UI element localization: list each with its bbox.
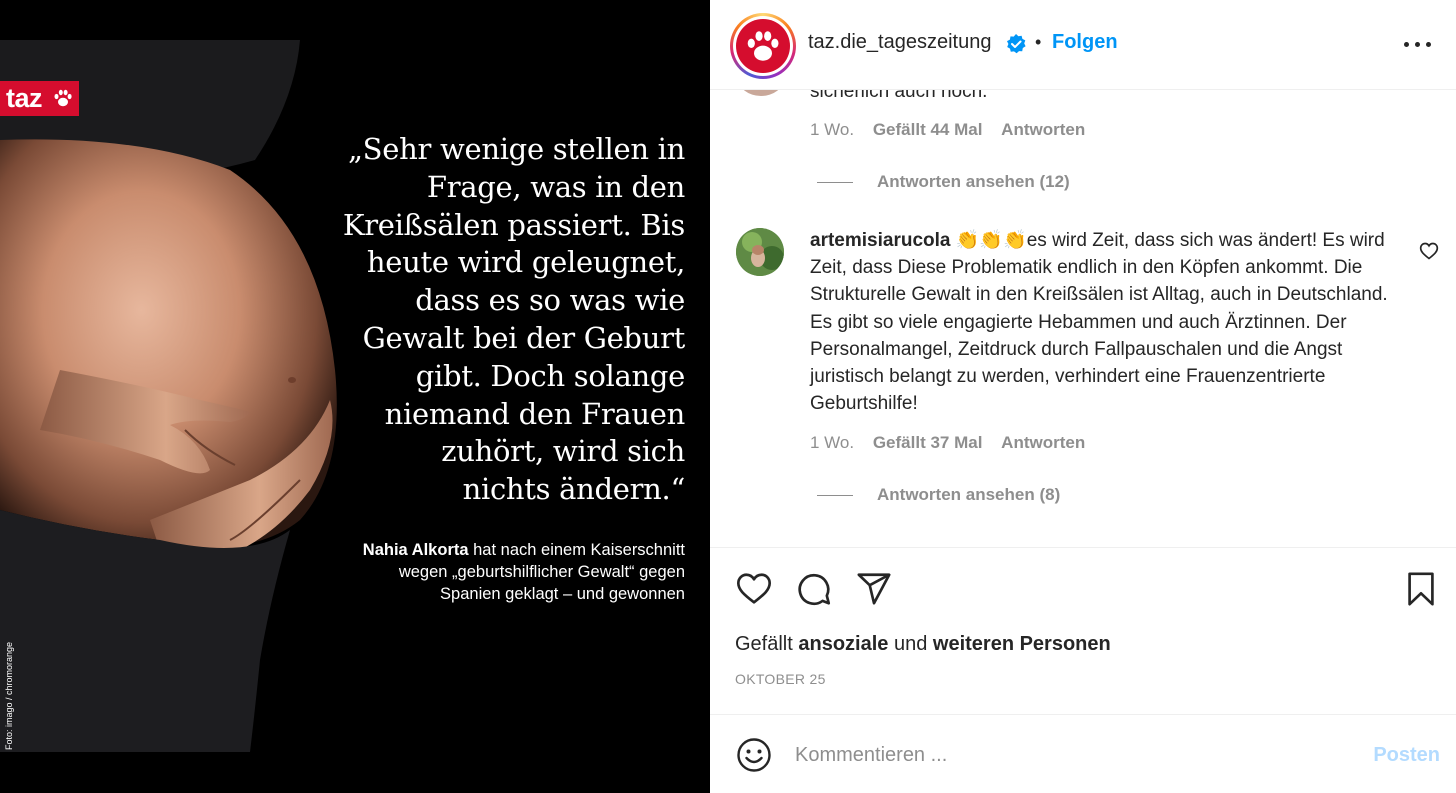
liker-username[interactable]: ansoziale [798, 633, 888, 655]
post-image[interactable]: taz „Sehr wenige stellen in Frage, was i… [0, 0, 710, 793]
post-comment-button[interactable]: Posten [1373, 744, 1440, 767]
quote-line: zuhört, wird sich [441, 434, 685, 469]
likes-others[interactable]: weiteren Personen [933, 633, 1111, 655]
comment-composer: Posten [710, 714, 1456, 793]
view-replies-label: Antworten ansehen (8) [877, 485, 1061, 504]
post-sidebar: taz.die_tageszeitung • Folgen sicherlich… [710, 0, 1456, 793]
emoji-smiley-icon[interactable] [736, 737, 772, 773]
more-horizontal-icon[interactable] [1404, 33, 1432, 55]
clapping-emoji: 👏👏👏 [955, 230, 1027, 251]
comment-username[interactable]: artemisiarucola [810, 230, 950, 251]
bookmark-icon[interactable] [1402, 570, 1440, 608]
share-send-icon[interactable] [855, 570, 893, 608]
view-replies-button[interactable]: Antworten ansehen (12) [817, 172, 1070, 192]
comment-time[interactable]: 1 Wo. [810, 120, 854, 139]
divider [817, 495, 853, 497]
comment-bubble-icon[interactable] [795, 570, 833, 608]
caption-text: wegen „geburtshilflicher Gewalt“ gegen [398, 563, 685, 581]
comment-like-heart-icon[interactable] [1419, 241, 1439, 261]
comments-list[interactable]: sicherlich auch noch. 1 Wo. Gefällt 44 M… [710, 90, 1456, 547]
profile-avatar[interactable] [730, 13, 796, 79]
quote-line: „Sehr wenige stellen in [347, 132, 685, 166]
likes-summary[interactable]: Gefällt ansoziale und weiteren Personen [735, 633, 1111, 656]
quote-line: nichts ändern.“ [462, 472, 686, 507]
avatar[interactable] [738, 90, 784, 96]
quote-line: gibt. Doch solange [415, 358, 686, 393]
quote-line: heute wird geleugnet, [366, 245, 685, 280]
comment-likes[interactable]: Gefällt 37 Mal [873, 433, 983, 452]
comment-text: sicherlich auch noch. [810, 90, 988, 102]
photo-credit: Foto: imago / chromorange [4, 641, 14, 750]
likes-middle: und [888, 633, 933, 655]
likes-prefix: Gefällt [735, 633, 799, 655]
comment-body: artemisiarucola 👏👏👏es wird Zeit, dass si… [810, 227, 1400, 417]
caption-text: hat nach einem Kaiserschnitt [468, 541, 685, 559]
paw-icon [747, 31, 779, 61]
follow-button[interactable]: Folgen [1052, 31, 1118, 54]
like-heart-icon[interactable] [735, 570, 773, 608]
quote-line: niemand den Frauen [384, 396, 686, 431]
comment-time[interactable]: 1 Wo. [810, 433, 854, 452]
quote-line: Kreißsälen passiert. Bis [342, 207, 685, 242]
view-replies-label: Antworten ansehen (12) [877, 172, 1070, 191]
taz-logo-text: taz [6, 83, 43, 113]
post-date[interactable]: OKTOBER 25 [735, 671, 826, 687]
quote-line: dass es so was wie [415, 283, 685, 318]
view-replies-button[interactable]: Antworten ansehen (8) [817, 485, 1060, 505]
post-header: taz.die_tageszeitung • Folgen [710, 0, 1456, 90]
paw-icon [54, 89, 72, 107]
comment-meta: 1 Wo. Gefällt 44 Mal Antworten [810, 120, 1085, 140]
reply-button[interactable]: Antworten [1001, 120, 1085, 139]
comment-text: es wird Zeit, dass sich was ändert! Es w… [810, 230, 1388, 415]
avatar[interactable] [736, 228, 784, 276]
comment-likes[interactable]: Gefällt 44 Mal [873, 120, 983, 139]
username-link[interactable]: taz.die_tageszeitung [808, 31, 991, 54]
caption-text: Spanien geklagt – und gewonnen [440, 585, 685, 603]
reply-button[interactable]: Antworten [1001, 433, 1085, 452]
caption-name: Nahia Alkorta [362, 541, 469, 559]
quote-line: Gewalt bei der Geburt [362, 320, 686, 355]
comment-meta: 1 Wo. Gefällt 37 Mal Antworten [810, 433, 1085, 453]
quote-text: „Sehr wenige stellen in Frage, was in de… [285, 131, 685, 509]
taz-logo: taz [0, 81, 79, 116]
post-actions: Gefällt ansoziale und weiteren Personen … [710, 547, 1456, 714]
comment-input[interactable] [795, 737, 1355, 773]
separator-dot: • [1035, 32, 1042, 52]
image-caption: Nahia Alkorta hat nach einem Kaiserschni… [285, 539, 685, 605]
divider [817, 182, 853, 184]
quote-line: Frage, was in den [426, 169, 685, 204]
verified-badge-icon [1007, 34, 1026, 54]
